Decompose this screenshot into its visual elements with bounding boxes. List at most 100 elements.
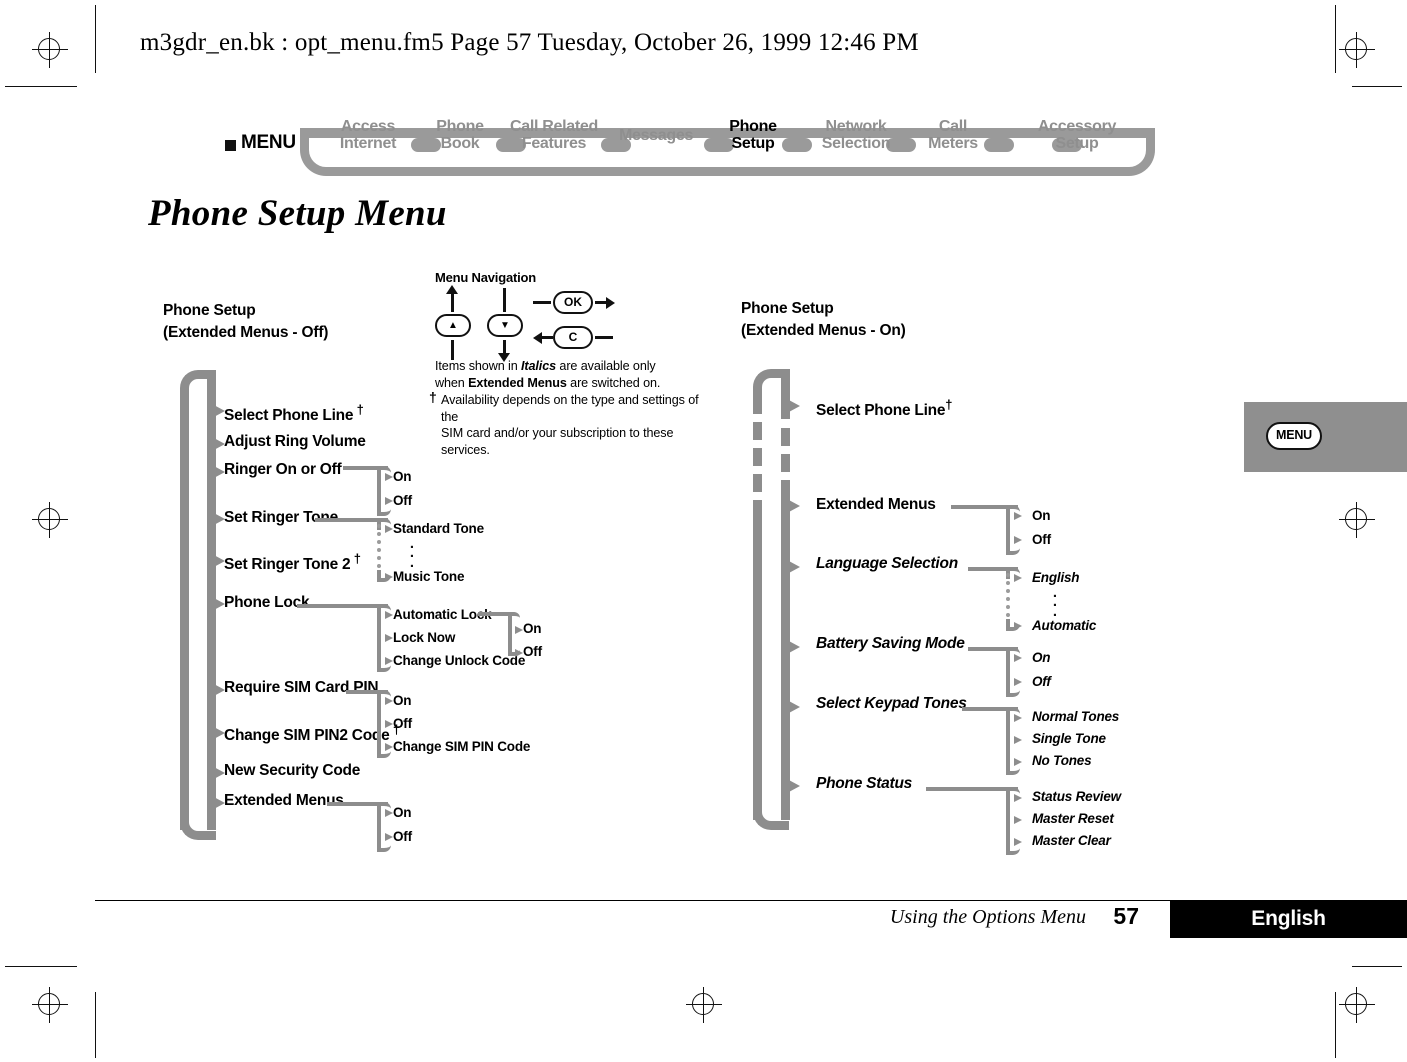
diagram-right-node-tick: [787, 399, 800, 413]
registration-mark-bottom-center: [684, 985, 724, 1025]
key-ok-button[interactable]: OK: [553, 291, 593, 314]
diagram-left-subtick: [385, 611, 393, 619]
diagram-left-sub-ringer-on: On: [393, 469, 412, 484]
legend-note-part: are switched on.: [566, 375, 661, 390]
diagram-right-node-extended-menus: Extended Menus: [816, 496, 936, 513]
registration-mark-bottom-right: [1337, 985, 1377, 1025]
legend-note-part: Items shown in: [435, 359, 521, 373]
breadcrumb-item-phone-book[interactable]: Phone Book: [427, 118, 493, 153]
diagram-right-sub-batt-off: Off: [1032, 674, 1051, 689]
diagram-right-sub-english: English: [1032, 570, 1080, 585]
diagram-right-lead-status: [926, 787, 1018, 791]
diagram-right-outer-rail-dash: [753, 422, 762, 440]
side-tab-menu[interactable]: MENU: [1244, 402, 1407, 472]
diagram-left-sub-sim-pin-off: Off: [393, 716, 412, 731]
node-label-text: Select Phone Line: [816, 402, 946, 420]
legend-line-up-bottom: [451, 340, 454, 360]
diagram-left-sub-automatic-lock: Automatic Lock: [393, 607, 492, 622]
diagram-left-title-line2: (Extended Menus - Off): [163, 324, 329, 342]
diagram-left-sub-music-tone: Music Tone: [393, 569, 465, 584]
breadcrumb-item-line1: Accessory: [1037, 118, 1117, 135]
diagram-right-subtick: [1014, 838, 1022, 846]
legend-note-availability: Availability depends on the type and set…: [441, 392, 713, 458]
breadcrumb-item-line1: Phone: [436, 118, 484, 135]
diagram-right-sub-automatic: Automatic: [1032, 618, 1097, 633]
legend-note-bold-word: Extended Menus: [468, 375, 567, 390]
diagram-left-subbar-set-ringer-tone: [377, 524, 381, 576]
registration-mark-right: [1337, 500, 1377, 540]
diagram-left-subtick: [385, 525, 393, 533]
dagger-icon: †: [350, 551, 361, 566]
diagram-right-subcap-ext-bottom: [1006, 543, 1020, 555]
diagram-left-subtick: [385, 634, 393, 642]
diagram-left-subtick: [515, 626, 523, 634]
diagram-right-outer-rail-dash: [753, 448, 762, 466]
diagram-right-subbar-lang: [1006, 573, 1010, 625]
diagram-right-node-tick: [787, 700, 800, 714]
diagram-left-subtick: [385, 720, 393, 728]
breadcrumb-item-messages[interactable]: Messages: [611, 127, 701, 145]
breadcrumb-item-line2: Meters: [928, 134, 978, 152]
breadcrumb-item-line1: Access: [340, 118, 396, 135]
diagram-right-subtick: [1014, 758, 1022, 766]
diagram-left-node-extended-menus: Extended Menus: [224, 792, 344, 809]
breadcrumb-item-network-selection[interactable]: Network Selection: [815, 118, 897, 153]
diagram-left-subtick: [515, 649, 523, 657]
dagger-icon: †: [945, 397, 953, 412]
diagram-right-sub-master-reset: Master Reset: [1032, 811, 1114, 826]
diagram-left-subtick: [385, 473, 393, 481]
diagram-left-node-select-phone-line: Select Phone Line †: [224, 402, 364, 425]
key-down-button[interactable]: ▼: [487, 314, 523, 337]
arrow-down-icon: [503, 340, 506, 354]
diagram-left-title-line1: Phone Setup: [163, 302, 256, 319]
diagram-right-node-tick: [787, 779, 800, 793]
breadcrumb-separator: [984, 138, 1014, 152]
diagram-right-node-tick: [787, 499, 800, 513]
crop-mark-horizontal-left: [5, 86, 77, 87]
legend-line-c-right: [595, 336, 613, 339]
legend-line-down-top: [503, 288, 506, 312]
footer-page-number: 57: [1113, 903, 1139, 929]
breadcrumb-item-call-related-features[interactable]: Call Related Features: [509, 118, 599, 153]
diagram-right-subtick: [1014, 816, 1022, 824]
key-clear-button[interactable]: C: [553, 326, 593, 349]
legend-note-italics-word: Italics: [521, 359, 557, 373]
diagram-right-sub-no-tones: No Tones: [1032, 753, 1092, 768]
legend-note-part: Availability depends on the type and set…: [441, 393, 699, 424]
breadcrumb-item-line1: Phone: [729, 118, 777, 135]
key-up-button[interactable]: ▲: [435, 314, 471, 337]
breadcrumb-root-label: MENU: [241, 132, 296, 153]
breadcrumb-item-line2: Setup: [1055, 134, 1099, 152]
diagram-left-lead-phone-lock: [297, 604, 388, 608]
crop-mark-horizontal-right: [1352, 86, 1402, 87]
page-title: Phone Setup Menu: [148, 193, 447, 234]
diagram-right-sub-master-clear: Master Clear: [1032, 833, 1111, 848]
diagram-right-sub-batt-on: On: [1032, 650, 1051, 665]
diagram-right-subtick: [1014, 512, 1022, 520]
breadcrumb-item-call-meters[interactable]: Call Meters: [925, 118, 981, 153]
diagram-right-subtick: [1014, 714, 1022, 722]
diagram-left-title: Phone Setup (Extended Menus - Off): [163, 300, 328, 345]
diagram-left-subcap-ext-menus-bottom: [377, 840, 391, 852]
diagram-left-outer-rail: [180, 400, 189, 830]
breadcrumb-item-line2: Setup: [731, 134, 775, 152]
diagram-left-sub-standard-tone: Standard Tone: [393, 521, 484, 536]
registration-mark-bottom-left: [30, 985, 70, 1025]
diagram-left-subtick: [385, 697, 393, 705]
breadcrumb-item-line2: Selection: [821, 134, 891, 152]
diagram-left-sub-auto-lock-off: Off: [523, 644, 542, 659]
diagram-right-node-language-selection: Language Selection: [816, 555, 958, 572]
diagram-right-subtick: [1014, 574, 1022, 582]
diagram-right-title: Phone Setup (Extended Menus - On): [741, 298, 906, 343]
breadcrumb-item-line1: Call: [938, 118, 968, 135]
breadcrumb-item-accessory-setup[interactable]: Accessory Setup: [1030, 118, 1124, 153]
breadcrumb-item-access-internet[interactable]: Access Internet: [327, 118, 409, 153]
breadcrumb-item-phone-setup[interactable]: Phone Setup: [725, 118, 781, 153]
legend-note-part: are available only: [556, 359, 656, 373]
legend-note-part: when: [435, 375, 469, 390]
diagram-right-node-select-keypad-tones: Select Keypad Tones: [816, 695, 967, 712]
crop-mark-vertical-right: [1335, 5, 1336, 73]
diagram-right-node-tick: [787, 560, 800, 574]
breadcrumb-item-line1: Call Related: [510, 118, 598, 135]
node-label-text: Select Phone Line: [224, 407, 354, 425]
